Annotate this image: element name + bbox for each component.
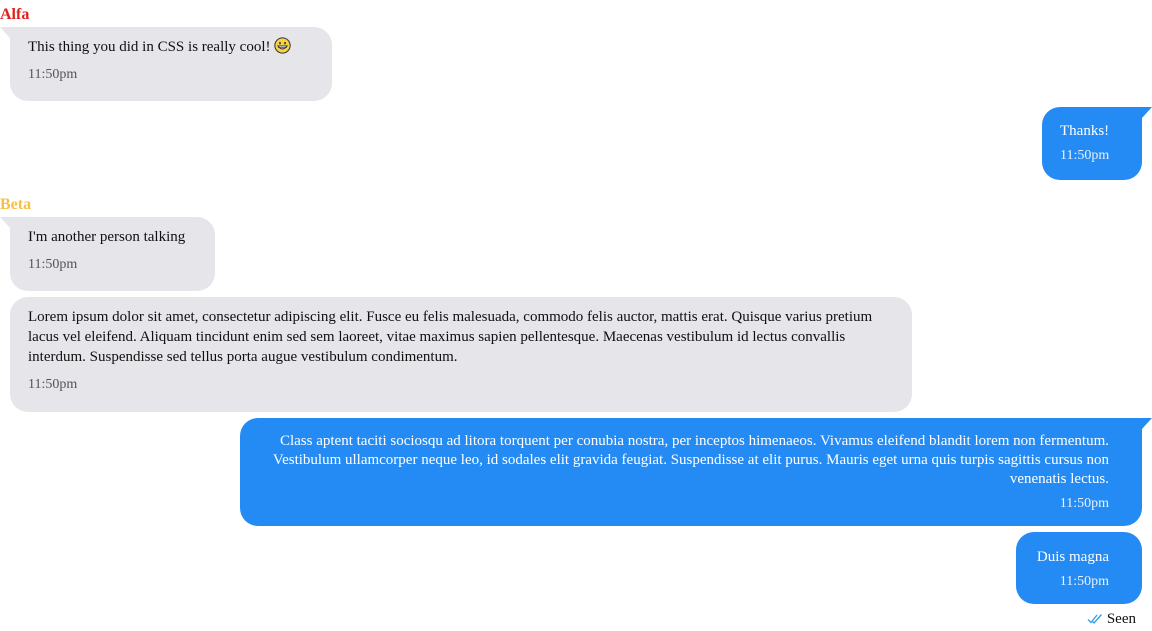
grinning-face-icon (273, 37, 291, 54)
outgoing-message-bubble: Duis magna 11:50pm (1016, 532, 1142, 604)
incoming-message-bubble: Lorem ipsum dolor sit amet, consectetur … (10, 297, 912, 412)
seen-status: Seen (1087, 610, 1136, 628)
seen-label: Seen (1106, 611, 1136, 627)
sender-name-beta: Beta (0, 196, 32, 213)
message-text: Class aptent taciti sociosqu ad litora t… (272, 433, 1109, 487)
message-text: Thanks! (1060, 123, 1110, 139)
message-timestamp: 11:50pm (1059, 496, 1109, 511)
message-timestamp: 11:50pm (28, 257, 78, 272)
message-timestamp: 11:50pm (1060, 148, 1110, 163)
outgoing-message-bubble: Thanks! 11:50pm (1042, 107, 1152, 180)
double-check-icon (1087, 614, 1102, 625)
message-timestamp: 11:50pm (28, 67, 78, 82)
message-text: I'm another person talking (28, 229, 186, 245)
incoming-message-bubble: This thing you did in CSS is really cool… (0, 27, 332, 101)
chat-thread: Alfa This thing you did in CSS is really… (0, 0, 1152, 631)
message-text: This thing you did in CSS is really cool… (28, 37, 314, 57)
outgoing-message-bubble: Class aptent taciti sociosqu ad litora t… (240, 418, 1152, 526)
message-text: Lorem ipsum dolor sit amet, consectetur … (28, 309, 873, 365)
message-text: Duis magna (1036, 549, 1109, 565)
incoming-message-bubble: I'm another person talking 11:50pm (0, 217, 215, 291)
message-timestamp: 11:50pm (1059, 574, 1109, 589)
message-timestamp: 11:50pm (28, 377, 78, 392)
sender-name-alfa: Alfa (0, 6, 30, 23)
